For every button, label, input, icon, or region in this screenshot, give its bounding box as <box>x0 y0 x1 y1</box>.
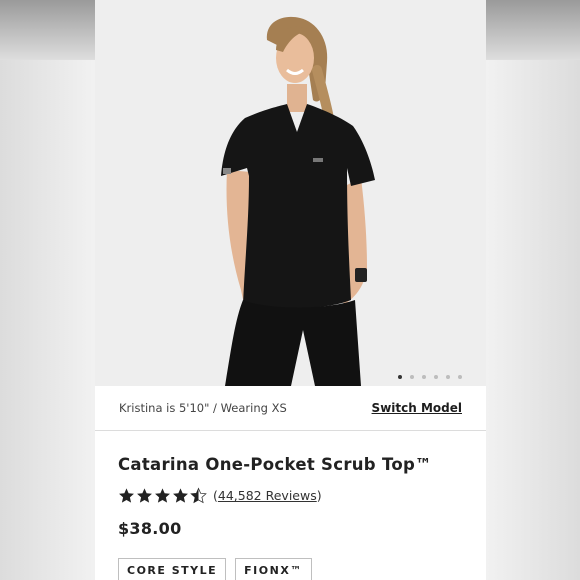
half-star-icon <box>190 487 207 504</box>
star-icon <box>173 488 188 503</box>
product-image-carousel[interactable] <box>95 0 486 386</box>
switch-model-link[interactable]: Switch Model <box>372 401 462 415</box>
product-page: Kristina is 5'10" / Wearing XS Switch Mo… <box>95 0 486 580</box>
model-size-info: Kristina is 5'10" / Wearing XS <box>119 401 287 415</box>
tag-fionx: FIONX™ <box>235 558 312 580</box>
carousel-dot[interactable] <box>434 375 438 379</box>
product-tags: CORE STYLE FIONX™ <box>118 558 463 580</box>
model-photo <box>95 0 486 386</box>
carousel-dot[interactable] <box>446 375 450 379</box>
rating-row: (44,582 Reviews) <box>118 487 463 504</box>
reviews-link[interactable]: 44,582 Reviews <box>218 488 317 503</box>
star-icon <box>119 488 134 503</box>
carousel-dot[interactable] <box>398 375 402 379</box>
star-icon <box>137 488 152 503</box>
carousel-dot[interactable] <box>422 375 426 379</box>
model-info-bar: Kristina is 5'10" / Wearing XS Switch Mo… <box>95 386 486 431</box>
carousel-dot[interactable] <box>458 375 462 379</box>
background-blur-right <box>485 0 580 60</box>
tag-core-style: CORE STYLE <box>118 558 227 580</box>
star-icon <box>155 488 170 503</box>
star-rating <box>118 487 207 504</box>
background-blur-left <box>0 0 95 60</box>
carousel-dot[interactable] <box>410 375 414 379</box>
product-title: Catarina One-Pocket Scrub Top™ <box>118 455 432 474</box>
carousel-dots <box>398 375 462 379</box>
product-price: $38.00 <box>118 519 182 538</box>
reviews-count: (44,582 Reviews) <box>213 488 322 503</box>
product-details: Catarina One-Pocket Scrub Top™ (44,582 R… <box>95 431 486 580</box>
